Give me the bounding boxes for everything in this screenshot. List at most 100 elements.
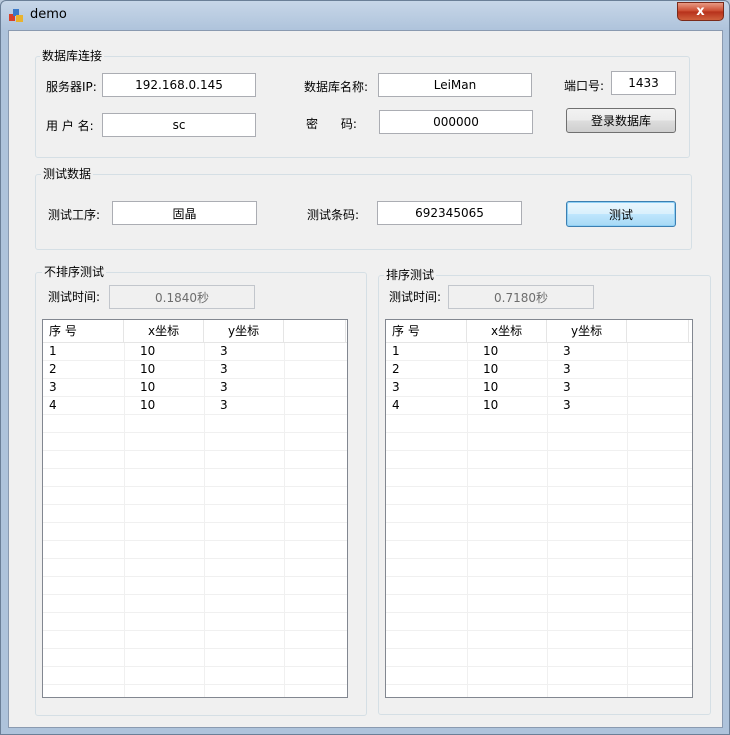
table-cell: 10 — [140, 362, 156, 376]
table-cell: 10 — [483, 398, 499, 412]
empty-row — [386, 595, 692, 613]
empty-row — [43, 541, 347, 559]
table-row[interactable]: 4 10 3 — [43, 397, 347, 415]
table-row[interactable]: 3 10 3 — [386, 379, 692, 397]
empty-row — [43, 523, 347, 541]
username-input[interactable] — [102, 113, 256, 137]
password-label: 密 码: — [306, 117, 357, 131]
table-cell: 3 — [563, 362, 571, 376]
empty-row — [386, 523, 692, 541]
table-cell: 10 — [483, 380, 499, 394]
table-cell: 10 — [483, 362, 499, 376]
empty-row — [43, 649, 347, 667]
empty-row — [43, 433, 347, 451]
empty-row — [386, 505, 692, 523]
close-button[interactable]: x — [677, 2, 724, 21]
table-cell: 3 — [220, 398, 228, 412]
unsorted-test-group-label: 不排序测试 — [42, 265, 107, 279]
barcode-label: 测试条码: — [307, 208, 360, 222]
sorted-result-list[interactable]: 序 号 x坐标 y坐标 1 10 3 2 10 3 3 10 3 4 10 3 — [385, 319, 693, 698]
app-window: demo x 数据库连接 服务器IP: 数据库名称: 端口号: 用 户 名: 密… — [0, 0, 730, 735]
empty-row — [43, 577, 347, 595]
table-row[interactable]: 1 10 3 — [386, 343, 692, 361]
empty-row — [43, 613, 347, 631]
port-input[interactable] — [611, 71, 676, 95]
title-bar[interactable]: demo x — [1, 1, 729, 29]
column-header[interactable]: y坐标 — [204, 320, 284, 342]
empty-row — [43, 685, 347, 697]
close-icon: x — [696, 4, 705, 19]
table-row[interactable]: 2 10 3 — [43, 361, 347, 379]
table-cell: 10 — [140, 344, 156, 358]
empty-row — [386, 415, 692, 433]
column-header[interactable]: x坐标 — [467, 320, 547, 342]
empty-row — [43, 487, 347, 505]
sorted-test-group-label: 排序测试 — [384, 268, 437, 282]
test-button[interactable]: 测试 — [566, 201, 676, 227]
table-cell: 3 — [49, 380, 57, 394]
process-input[interactable] — [112, 201, 257, 225]
table-cell: 4 — [49, 398, 57, 412]
password-input[interactable] — [379, 110, 533, 134]
empty-row — [386, 487, 692, 505]
column-header-filler — [284, 320, 346, 342]
empty-row — [43, 505, 347, 523]
empty-row — [386, 667, 692, 685]
empty-row — [386, 559, 692, 577]
client-area: 数据库连接 服务器IP: 数据库名称: 端口号: 用 户 名: 密 码: 登录数… — [8, 30, 723, 728]
column-header[interactable]: 序 号 — [43, 320, 124, 342]
empty-row — [386, 685, 692, 697]
table-row[interactable]: 4 10 3 — [386, 397, 692, 415]
empty-row — [43, 415, 347, 433]
table-row[interactable]: 2 10 3 — [386, 361, 692, 379]
list-body: 1 10 3 2 10 3 3 10 3 4 10 3 — [386, 343, 692, 697]
empty-row — [386, 541, 692, 559]
list-header: 序 号 x坐标 y坐标 — [386, 320, 692, 343]
unsorted-time-label: 测试时间: — [48, 290, 101, 304]
table-cell: 3 — [563, 344, 571, 358]
empty-row — [386, 433, 692, 451]
empty-row — [386, 451, 692, 469]
empty-row — [386, 613, 692, 631]
table-cell: 2 — [392, 362, 400, 376]
server-ip-input[interactable] — [102, 73, 256, 97]
table-row[interactable]: 1 10 3 — [43, 343, 347, 361]
port-label: 端口号: — [564, 79, 605, 93]
table-cell: 3 — [392, 380, 400, 394]
sorted-time-field — [448, 285, 594, 309]
empty-row — [43, 667, 347, 685]
server-ip-label: 服务器IP: — [46, 80, 97, 94]
table-cell: 3 — [563, 380, 571, 394]
empty-row — [386, 577, 692, 595]
column-header[interactable]: y坐标 — [547, 320, 627, 342]
table-cell: 10 — [483, 344, 499, 358]
db-name-label: 数据库名称: — [304, 80, 369, 94]
table-row[interactable]: 3 10 3 — [43, 379, 347, 397]
list-body: 1 10 3 2 10 3 3 10 3 4 10 3 — [43, 343, 347, 697]
empty-row — [386, 469, 692, 487]
empty-row — [43, 631, 347, 649]
sorted-time-label: 测试时间: — [389, 290, 442, 304]
column-header[interactable]: 序 号 — [386, 320, 467, 342]
db-connection-group: 数据库连接 — [35, 49, 690, 158]
table-cell: 3 — [220, 380, 228, 394]
test-data-group-label: 测试数据 — [41, 167, 94, 181]
username-label: 用 户 名: — [46, 119, 94, 133]
empty-row — [386, 631, 692, 649]
process-label: 测试工序: — [48, 208, 101, 222]
table-cell: 1 — [49, 344, 57, 358]
table-cell: 1 — [392, 344, 400, 358]
login-db-button[interactable]: 登录数据库 — [566, 108, 676, 133]
table-cell: 4 — [392, 398, 400, 412]
table-cell: 3 — [563, 398, 571, 412]
table-cell: 10 — [140, 380, 156, 394]
barcode-input[interactable] — [377, 201, 522, 225]
unsorted-time-field — [109, 285, 255, 309]
unsorted-result-list[interactable]: 序 号 x坐标 y坐标 1 10 3 2 10 3 3 10 3 4 10 3 — [42, 319, 348, 698]
empty-row — [43, 469, 347, 487]
column-header[interactable]: x坐标 — [124, 320, 204, 342]
list-header: 序 号 x坐标 y坐标 — [43, 320, 347, 343]
app-icon — [9, 9, 23, 22]
db-name-input[interactable] — [378, 73, 532, 97]
empty-row — [386, 649, 692, 667]
